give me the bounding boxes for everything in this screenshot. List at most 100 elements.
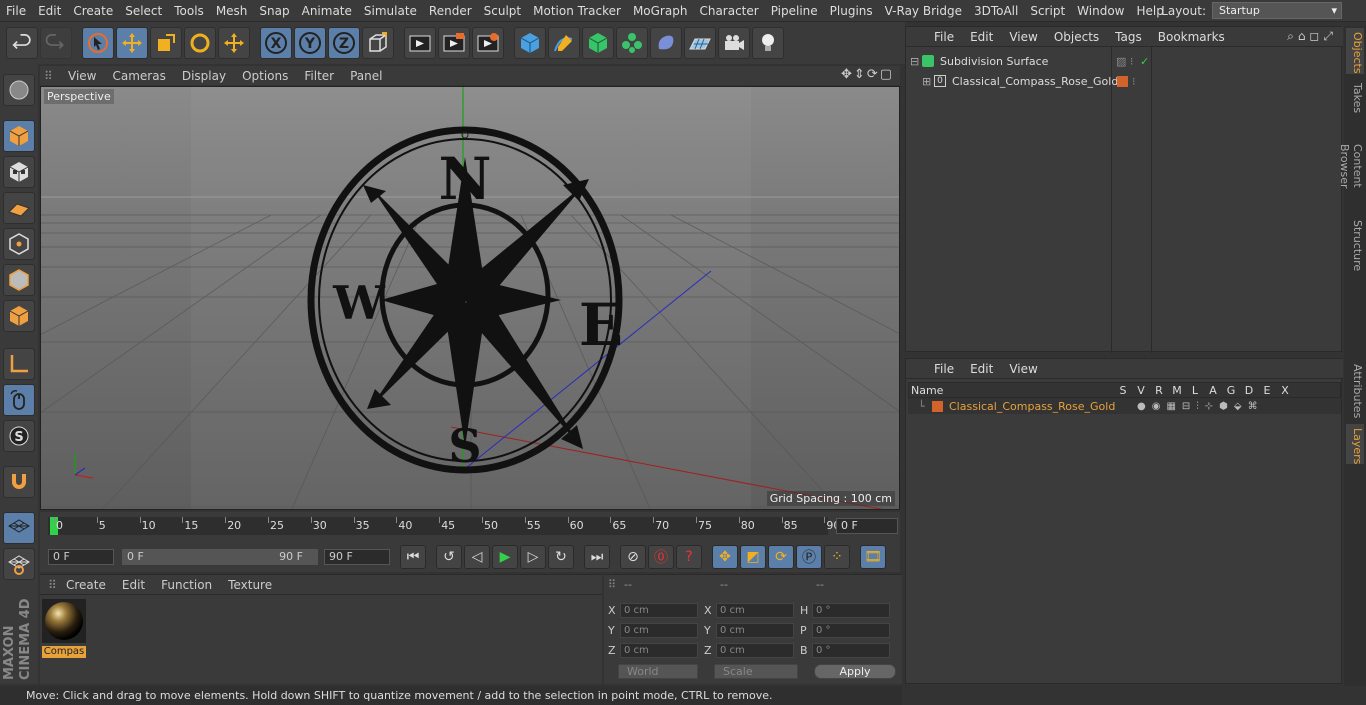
viewport-menu-options[interactable]: Options: [234, 69, 296, 83]
viewport-navigation-icons[interactable]: ✥⇕⟳▢: [841, 67, 894, 82]
apply-button[interactable]: Apply: [814, 664, 896, 679]
layer-row[interactable]: └ Classical_Compass_Rose_Gold ●◉▦⊟⫶⊹⬢⬙⌘: [908, 398, 1341, 414]
layer-column-x[interactable]: X: [1276, 384, 1294, 397]
objects-menu-tags[interactable]: Tags: [1107, 30, 1150, 44]
tree-expand-icon[interactable]: ⊟: [910, 55, 919, 68]
model-mode-icon[interactable]: [3, 120, 35, 152]
viewport-menu-panel[interactable]: Panel: [342, 69, 390, 83]
perspective-viewport[interactable]: N S W E Perspective Grid Spacing : 100 c…: [40, 86, 900, 510]
visibility-dots-icon[interactable]: ▨ ⁝: [1116, 55, 1133, 68]
menu-animate[interactable]: Animate: [296, 4, 358, 18]
solo-mode-icon[interactable]: S: [3, 420, 35, 452]
coordinate-field[interactable]: 0 cm: [620, 642, 698, 658]
keyframe-selection-icon[interactable]: ?: [676, 545, 702, 569]
edges-mode-icon[interactable]: [3, 264, 35, 296]
menu-motion-tracker[interactable]: Motion Tracker: [527, 4, 627, 18]
start-frame-field[interactable]: 0 F: [48, 549, 114, 565]
layer-column-s[interactable]: S: [1114, 384, 1132, 397]
coordinate-field[interactable]: 0 cm: [620, 622, 698, 638]
tab-structure[interactable]: Structure: [1346, 216, 1364, 276]
scale-tool-icon[interactable]: [150, 27, 182, 59]
menu-pipeline[interactable]: Pipeline: [765, 4, 824, 18]
coordinate-field[interactable]: 0 cm: [620, 602, 698, 618]
light-icon[interactable]: [752, 27, 784, 59]
x-axis-lock-icon[interactable]: X: [260, 27, 292, 59]
cube-primitive-icon[interactable]: [514, 27, 546, 59]
select-tool-icon[interactable]: [82, 27, 114, 59]
layer-column-l[interactable]: L: [1186, 384, 1204, 397]
undo-button[interactable]: [6, 27, 38, 59]
object-row-compass[interactable]: ⊞ 0 Classical_Compass_Rose_Gold ⁝: [906, 71, 1343, 91]
rotate-tool-icon[interactable]: [184, 27, 216, 59]
menu-3dtoall[interactable]: 3DToAll: [968, 4, 1024, 18]
menu-snap[interactable]: Snap: [253, 4, 295, 18]
layer-color-swatch[interactable]: [932, 400, 943, 412]
tab-layers[interactable]: Layers: [1346, 424, 1364, 464]
layer-name[interactable]: Classical_Compass_Rose_Gold: [949, 400, 1137, 413]
viewport-menu-cameras[interactable]: Cameras: [104, 69, 173, 83]
coordinate-field[interactable]: 0 cm: [716, 602, 794, 618]
layers-menu-view[interactable]: View: [1001, 362, 1045, 376]
end-frame-field[interactable]: 90 F: [324, 549, 390, 565]
axis-mode-icon[interactable]: [3, 348, 35, 380]
objects-menu-view[interactable]: View: [1001, 30, 1045, 44]
objects-menu-edit[interactable]: Edit: [962, 30, 1001, 44]
size-mode-dropdown[interactable]: Scale: [714, 664, 798, 679]
y-axis-lock-icon[interactable]: Y: [294, 27, 326, 59]
menu-script[interactable]: Script: [1024, 4, 1071, 18]
layout-dropdown[interactable]: Startup: [1212, 2, 1342, 19]
camera-icon[interactable]: [718, 27, 750, 59]
coordinate-field[interactable]: 0 cm: [716, 642, 794, 658]
previous-key-icon[interactable]: ↺: [436, 545, 462, 569]
layer-column-r[interactable]: R: [1150, 384, 1168, 397]
texture-mode-icon[interactable]: [3, 156, 35, 188]
layer-column-v[interactable]: V: [1132, 384, 1150, 397]
key-position-icon[interactable]: ✥: [712, 545, 738, 569]
layer-column-g[interactable]: G: [1222, 384, 1240, 397]
redo-button[interactable]: [40, 27, 72, 59]
snap-icon[interactable]: [3, 466, 35, 498]
material-menu-texture[interactable]: Texture: [220, 578, 280, 592]
object-row-subdivision[interactable]: ⊟ Subdivision Surface ▨ ⁝ ✓: [906, 51, 1343, 71]
layers-menu-edit[interactable]: Edit: [962, 362, 1001, 376]
menu-render[interactable]: Render: [423, 4, 478, 18]
coordinate-field[interactable]: 0 °: [812, 642, 890, 658]
tree-expand-icon[interactable]: ⊞: [922, 75, 931, 88]
play-icon[interactable]: ▶: [492, 545, 518, 569]
objects-menu-file[interactable]: File: [926, 30, 962, 44]
timeline-ruler[interactable]: 0 5 10 15 20 25 30 35 40 45 50 55 60 65 70 75 80 85 90: [48, 517, 840, 535]
z-axis-lock-icon[interactable]: Z: [328, 27, 360, 59]
layer-column-m[interactable]: M: [1168, 384, 1186, 397]
coordinate-mode-dropdown[interactable]: World: [618, 664, 698, 679]
menu-tools[interactable]: Tools: [168, 4, 210, 18]
menu-mograph[interactable]: MoGraph: [627, 4, 694, 18]
move-tool-icon[interactable]: [116, 27, 148, 59]
objects-menu-objects[interactable]: Objects: [1046, 30, 1107, 44]
render-to-picture-viewer-icon[interactable]: [438, 27, 470, 59]
next-key-icon[interactable]: ↻: [548, 545, 574, 569]
layer-column-a[interactable]: A: [1204, 384, 1222, 397]
layers-menu-file[interactable]: File: [926, 362, 962, 376]
menu-file[interactable]: File: [0, 4, 32, 18]
points-mode-icon[interactable]: [3, 228, 35, 260]
timeline[interactable]: 0 5 10 15 20 25 30 35 40 45 50 55 60 65 70 75 80 85 90 0 F: [40, 512, 900, 542]
layer-flags-icons[interactable]: ●◉▦⊟⫶⊹⬢⬙⌘: [1137, 401, 1264, 412]
menu-mesh[interactable]: Mesh: [210, 4, 254, 18]
render-view-icon[interactable]: [404, 27, 436, 59]
pen-spline-icon[interactable]: [548, 27, 580, 59]
key-parameter-icon[interactable]: Ⓟ: [796, 545, 822, 569]
cloner-icon[interactable]: [616, 27, 648, 59]
menu-simulate[interactable]: Simulate: [358, 4, 423, 18]
timeline-window-icon[interactable]: 🎞: [860, 545, 886, 569]
previous-frame-icon[interactable]: ◁: [464, 545, 490, 569]
deformer-icon[interactable]: [650, 27, 682, 59]
polygons-mode-icon[interactable]: [3, 300, 35, 332]
material-menu-function[interactable]: Function: [153, 578, 220, 592]
menu-character[interactable]: Character: [693, 4, 764, 18]
tab-content-browser[interactable]: Content Browser: [1338, 122, 1364, 210]
menu-window[interactable]: Window: [1071, 4, 1130, 18]
current-frame-field[interactable]: 0 F: [836, 518, 898, 534]
menu-v-ray-bridge[interactable]: V-Ray Bridge: [879, 4, 968, 18]
menu-edit[interactable]: Edit: [32, 4, 67, 18]
next-frame-icon[interactable]: ▷: [520, 545, 546, 569]
